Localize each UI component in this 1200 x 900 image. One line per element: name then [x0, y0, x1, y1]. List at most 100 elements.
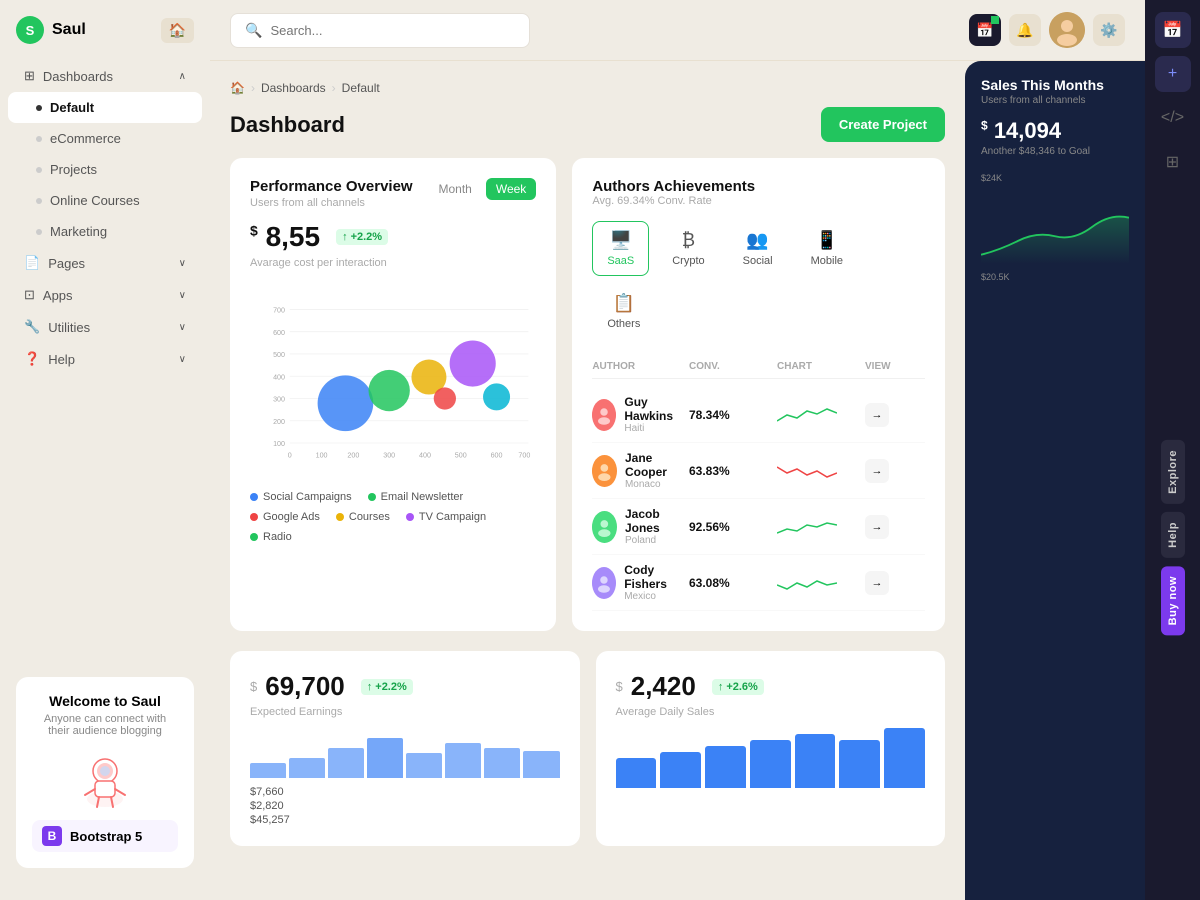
bootstrap-badge: B Bootstrap 5 [32, 820, 178, 852]
sidebar-label-marketing: Marketing [50, 224, 107, 239]
search-icon: 🔍 [245, 22, 262, 39]
view-btn-1[interactable]: → [865, 403, 889, 427]
svg-text:400: 400 [273, 373, 285, 381]
authors-header: Authors Achievements Avg. 69.34% Conv. R… [592, 178, 925, 207]
avatar-jane [592, 455, 617, 487]
settings-btn[interactable]: ⚙️ [1093, 14, 1125, 46]
sidebar-item-default[interactable]: Default [8, 92, 202, 123]
author-name-1: Guy Hawkins [624, 395, 681, 423]
sidebar-item-utilities[interactable]: 🔧 Utilities ∨ [8, 311, 202, 343]
chevron-icon: ∨ [179, 354, 186, 365]
sales-badge: ↑+2.6% [712, 679, 764, 695]
search-input[interactable] [270, 23, 515, 38]
legend-courses: Courses [336, 511, 390, 523]
performance-subtitle: Users from all channels [250, 197, 413, 209]
sidebar-item-help[interactable]: ❓ Help ∨ [8, 343, 202, 375]
help-btn[interactable]: Help [1161, 512, 1185, 558]
tab-others[interactable]: 📋 Others [592, 284, 655, 339]
time-toggle: Month Week [428, 178, 536, 200]
earnings-bar-chart [250, 728, 560, 778]
arrow-up-icon: ↑ [342, 231, 348, 243]
add-rp-icon[interactable]: + [1155, 56, 1191, 92]
dot-icon [36, 198, 42, 204]
metric-number: 8,55 [266, 221, 321, 252]
earnings-label: Expected Earnings [250, 706, 560, 718]
tab-crypto[interactable]: ₿ Crypto [657, 221, 719, 276]
grid-rp-icon[interactable]: ⊞ [1155, 144, 1191, 180]
sidebar-item-online-courses[interactable]: Online Courses [8, 185, 202, 216]
tab-saas-label: SaaS [607, 255, 634, 267]
view-btn-4[interactable]: → [865, 571, 889, 595]
sidebar-label-pages: Pages [48, 256, 85, 271]
back-button[interactable]: 🏠 [161, 18, 194, 43]
mini-chart-3 [777, 515, 837, 539]
sidebar-label-apps: Apps [43, 288, 73, 303]
chart-cell-1 [777, 403, 857, 427]
chevron-icon: ∧ [179, 71, 186, 82]
code-rp-icon[interactable]: </> [1155, 100, 1191, 136]
home-icon[interactable]: 🏠 [230, 81, 245, 95]
legend-dot-google [250, 513, 258, 521]
sidebar-label-ecommerce: eCommerce [50, 131, 121, 146]
legend-label-google: Google Ads [263, 511, 320, 523]
sidebar-item-ecommerce[interactable]: eCommerce [8, 123, 202, 154]
svg-text:700: 700 [273, 307, 285, 315]
tab-others-label: Others [607, 318, 640, 330]
tab-mobile[interactable]: 📱 Mobile [796, 221, 858, 276]
legend-email: Email Newsletter [368, 491, 464, 503]
sidebar-label-default: Default [50, 100, 94, 115]
dashboard-main: 🏠 › Dashboards › Default Dashboard Creat… [210, 61, 965, 900]
bootstrap-label: Bootstrap 5 [70, 829, 142, 844]
breadcrumb-dashboards[interactable]: Dashboards [261, 81, 326, 95]
calendar-rp-icon[interactable]: 📅 [1155, 12, 1191, 48]
author-info-4: Cody Fishers Mexico [592, 563, 681, 602]
explore-btn[interactable]: Explore [1161, 440, 1185, 504]
authors-card: Authors Achievements Avg. 69.34% Conv. R… [572, 158, 945, 631]
tab-saas[interactable]: 🖥️ SaaS [592, 221, 649, 276]
user-avatar[interactable] [1049, 12, 1085, 48]
category-tabs: 🖥️ SaaS ₿ Crypto 👥 Social 📱 [592, 221, 925, 339]
buy-now-btn[interactable]: Buy now [1161, 566, 1185, 635]
svg-text:500: 500 [455, 451, 467, 459]
conv-1: 78.34% [689, 408, 769, 422]
author-row-3: Jacob Jones Poland 92.56% → [592, 499, 925, 555]
sidebar-label-help: Help [48, 352, 75, 367]
chevron-icon: ∨ [179, 322, 186, 333]
create-project-button[interactable]: Create Project [821, 107, 945, 142]
author-country-4: Mexico [624, 591, 681, 602]
bootstrap-icon: B [42, 826, 62, 846]
search-box[interactable]: 🔍 [230, 13, 530, 48]
chart-legend: Social Campaigns Email Newsletter Google… [250, 491, 536, 543]
view-btn-3[interactable]: → [865, 515, 889, 539]
sidebar-item-marketing[interactable]: Marketing [8, 216, 202, 247]
mobile-icon: 📱 [816, 230, 838, 251]
svg-text:100: 100 [316, 451, 328, 459]
notification-btn[interactable]: 🔔 [1009, 14, 1041, 46]
badge-value: +2.2% [351, 231, 383, 243]
svg-text:400: 400 [419, 451, 431, 459]
week-toggle-btn[interactable]: Week [486, 178, 536, 200]
col-chart: CHART [777, 361, 857, 372]
sidebar-label-online-courses: Online Courses [50, 193, 140, 208]
svg-text:300: 300 [383, 451, 395, 459]
chevron-icon: ∨ [179, 290, 186, 301]
sidebar-item-pages[interactable]: 📄 Pages ∨ [8, 247, 202, 279]
calendar-icon-btn[interactable]: 📅 [969, 14, 1001, 46]
cards-grid: Performance Overview Users from all chan… [230, 158, 945, 631]
welcome-subtitle: Anyone can connect with their audience b… [32, 713, 178, 737]
authors-title: Authors Achievements [592, 178, 925, 195]
month-toggle-btn[interactable]: Month [428, 178, 481, 200]
sidebar-item-dashboards[interactable]: ⊞ Dashboards ∧ [8, 60, 202, 92]
view-btn-2[interactable]: → [865, 459, 889, 483]
currency-earnings: $ [250, 679, 257, 694]
app-name: Saul [52, 21, 86, 39]
author-row-2: Jane Cooper Monaco 63.83% → [592, 443, 925, 499]
sidebar-item-projects[interactable]: Projects [8, 154, 202, 185]
sales-bar-chart [616, 728, 926, 788]
sidebar-label-utilities: Utilities [48, 320, 90, 335]
welcome-card: Welcome to Saul Anyone can connect with … [16, 677, 194, 868]
sidebar-item-apps[interactable]: ⊡ Apps ∨ [8, 279, 202, 311]
authors-table-header: AUTHOR CONV. CHART VIEW [592, 355, 925, 379]
performance-header: Performance Overview Users from all chan… [250, 178, 536, 209]
tab-social[interactable]: 👥 Social [728, 221, 788, 276]
